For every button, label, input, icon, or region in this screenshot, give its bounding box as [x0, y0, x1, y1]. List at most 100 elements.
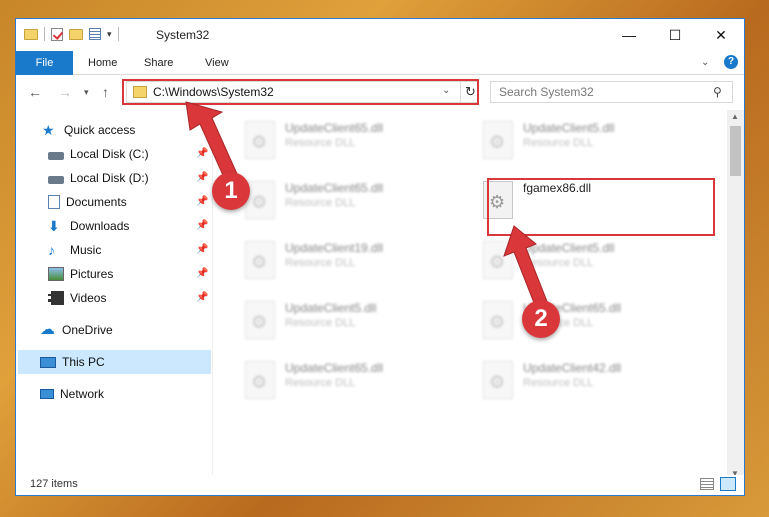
sidebar-item-documents[interactable]: Documents	[48, 191, 127, 213]
dll-file-icon	[483, 301, 513, 339]
file-name: UpdateClient42.dll	[523, 361, 622, 375]
documents-icon	[48, 195, 60, 209]
file-name: UpdateClient65.dll	[285, 181, 384, 195]
file-type: Resource DLL	[523, 137, 594, 149]
sidebar-item-label: Documents	[66, 195, 127, 209]
tab-share[interactable]: Share	[132, 51, 185, 75]
file-item[interactable]: UpdateClient5.dll Resource DLL	[237, 297, 437, 353]
file-type: Resource DLL	[285, 197, 356, 209]
ribbon-tabs: File Home Share View ⌄ ?	[16, 51, 744, 75]
network-icon	[40, 389, 54, 399]
back-arrow-icon[interactable]: ←	[28, 84, 42, 100]
pin-icon[interactable]: 📌	[196, 244, 208, 255]
file-item[interactable]: UpdateClient65.dll Resource DLL	[475, 297, 675, 353]
file-highlight-box	[487, 178, 715, 236]
sidebar-item-downloads[interactable]: ⬇ Downloads	[48, 215, 129, 237]
scroll-thumb[interactable]	[730, 126, 741, 176]
step-2-badge: 2	[522, 300, 560, 338]
sidebar-item-label: Local Disk (C:)	[70, 147, 149, 161]
pin-icon[interactable]: 📌	[196, 172, 208, 183]
quick-access-toolbar: ▾	[24, 27, 119, 41]
toolbar-divider	[117, 27, 119, 41]
sidebar-item-label: Pictures	[70, 267, 114, 281]
sidebar-item-pictures[interactable]: Pictures	[48, 263, 113, 285]
file-type: Resource DLL	[523, 257, 594, 269]
help-icon[interactable]: ?	[724, 55, 738, 69]
sidebar-item-quick-access[interactable]: ★ Quick access	[42, 119, 135, 141]
file-item[interactable]: UpdateClient42.dll Resource DLL	[475, 357, 675, 413]
sidebar-item-label: Quick access	[64, 123, 136, 137]
sidebar-item-this-pc[interactable]: This PC	[40, 351, 105, 373]
dll-file-icon	[245, 301, 275, 339]
pin-icon[interactable]: 📌	[196, 148, 208, 159]
pictures-icon	[48, 267, 64, 281]
checkmark-icon[interactable]	[51, 27, 63, 41]
large-icons-view-icon[interactable]	[720, 477, 736, 491]
item-count: 127 items	[30, 478, 78, 490]
sidebar-item-local-disk-d[interactable]: Local Disk (D:)	[48, 167, 149, 189]
vertical-scrollbar[interactable]: ▲ ▼	[727, 110, 744, 480]
sidebar-item-label: Music	[70, 243, 102, 257]
pin-icon[interactable]: 📌	[196, 196, 208, 207]
minimize-button[interactable]: —	[606, 19, 652, 51]
download-icon: ⬇	[48, 218, 60, 234]
tab-view[interactable]: View	[193, 51, 241, 75]
file-type: Resource DLL	[523, 377, 594, 389]
customize-toolbar-icon[interactable]: ▾	[107, 29, 112, 40]
file-type: Resource DLL	[285, 257, 356, 269]
tab-home[interactable]: Home	[76, 51, 129, 75]
computer-icon	[40, 356, 56, 368]
toolbar-divider	[44, 27, 45, 41]
details-view-icon[interactable]	[700, 478, 714, 490]
file-item[interactable]: UpdateClient5.dll Resource DLL	[475, 117, 675, 173]
sidebar-item-label: Downloads	[70, 219, 130, 233]
window-title: System32	[156, 28, 210, 42]
search-input[interactable]: Search System32 ⚲	[490, 81, 733, 103]
videos-icon	[48, 291, 64, 305]
navigation-pane: ★ Quick access Local Disk (C:) 📌 Local D…	[16, 115, 211, 480]
sidebar-item-label: Local Disk (D:)	[70, 171, 149, 185]
file-type: Resource DLL	[285, 137, 356, 149]
sidebar-item-network[interactable]: Network	[40, 383, 104, 405]
search-placeholder: Search System32	[499, 85, 594, 99]
sidebar-item-local-disk-c[interactable]: Local Disk (C:)	[48, 143, 149, 165]
scroll-up-icon[interactable]: ▲	[731, 112, 739, 121]
dll-file-icon	[483, 361, 513, 399]
navigation-bar: ← → ▾ ↑ C:\Windows\System32 ⌄ ↻ Search S…	[16, 76, 744, 110]
drive-icon	[48, 175, 64, 184]
cloud-icon: ☁	[40, 321, 55, 338]
file-item[interactable]: UpdateClient19.dll Resource DLL	[237, 237, 437, 293]
pin-icon[interactable]: 📌	[196, 220, 208, 231]
close-button[interactable]: ✕	[698, 19, 744, 51]
file-list: UpdateClient65.dll Resource DLL UpdateCl…	[213, 115, 727, 480]
expand-ribbon-icon[interactable]: ⌄	[701, 57, 709, 68]
dll-file-icon	[245, 241, 275, 279]
pin-icon[interactable]: 📌	[196, 292, 208, 303]
search-icon[interactable]: ⚲	[713, 85, 722, 99]
sidebar-item-music[interactable]: ♪ Music	[48, 239, 101, 261]
file-item[interactable]: UpdateClient5.dll Resource DLL	[475, 237, 675, 293]
pin-icon[interactable]: 📌	[196, 268, 208, 279]
new-folder-icon[interactable]	[69, 28, 83, 40]
file-item[interactable]: UpdateClient65.dll Resource DLL	[237, 117, 437, 173]
tab-file[interactable]: File	[16, 51, 73, 75]
sidebar-item-label: Network	[60, 387, 105, 401]
up-arrow-icon[interactable]: ↑	[102, 84, 109, 100]
forward-arrow-icon[interactable]: →	[58, 84, 72, 100]
file-item[interactable]: UpdateClient65.dll Resource DLL	[237, 177, 437, 233]
recent-locations-icon[interactable]: ▾	[84, 87, 89, 98]
file-name: UpdateClient19.dll	[285, 241, 384, 255]
music-icon: ♪	[48, 242, 55, 258]
folder-icon[interactable]	[24, 28, 38, 40]
file-name: UpdateClient65.dll	[285, 121, 384, 135]
file-item[interactable]: UpdateClient65.dll Resource DLL	[237, 357, 437, 413]
step-1-badge: 1	[212, 172, 250, 210]
star-icon: ★	[42, 122, 55, 138]
sidebar-item-videos[interactable]: Videos	[48, 287, 106, 309]
sidebar-item-onedrive[interactable]: ☁ OneDrive	[40, 319, 113, 341]
file-type: Resource DLL	[285, 377, 356, 389]
dll-file-icon	[245, 121, 275, 159]
properties-icon[interactable]	[89, 28, 101, 40]
maximize-button[interactable]: ☐	[652, 19, 698, 51]
sidebar-item-label: This PC	[62, 355, 105, 369]
